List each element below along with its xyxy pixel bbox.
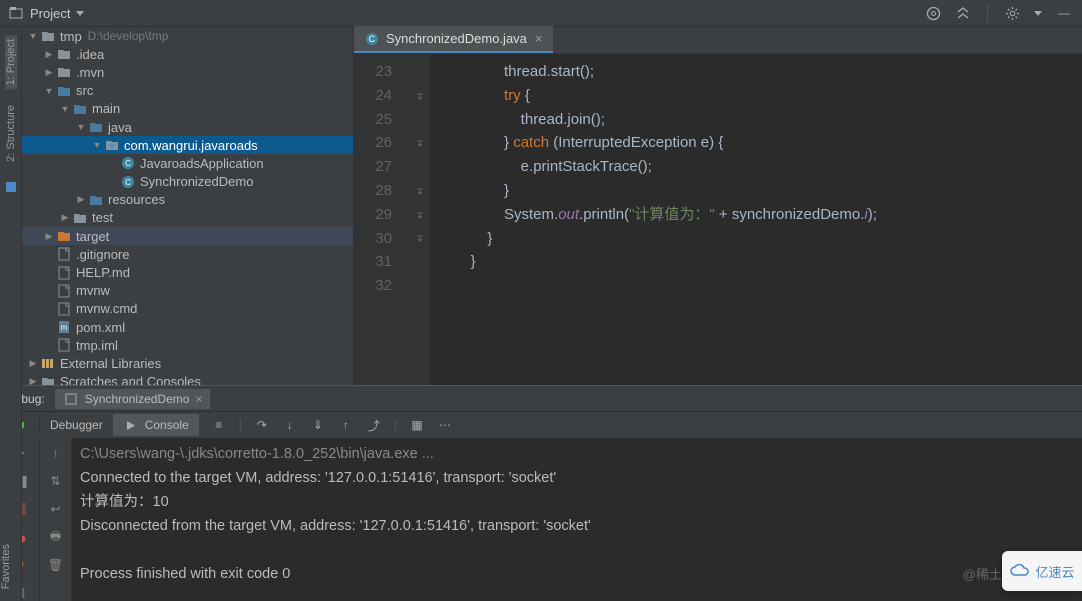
tree-item[interactable]: ▶ Scratches and Consoles <box>22 373 353 385</box>
java-file-icon: C <box>364 31 380 47</box>
threads-icon[interactable]: ≡ <box>211 417 227 433</box>
svg-text:m: m <box>61 323 68 332</box>
step-over-icon[interactable]: ↷ <box>254 417 270 433</box>
trash-icon[interactable]: 🗑 <box>47 556 65 574</box>
chevron-down-icon <box>76 11 84 16</box>
run-config-icon <box>63 391 79 407</box>
debug-step-icons: ≡ | ↷ ↓ ⇓ ↑ ⤴ | ▦ ⋯ <box>211 417 453 433</box>
tree-root[interactable]: ▼ tmpD:\develop\tmp <box>22 27 353 45</box>
cloud-icon <box>1009 562 1031 580</box>
close-icon[interactable]: × <box>535 31 543 46</box>
editor-tab[interactable]: C SynchronizedDemo.java × <box>354 26 553 53</box>
project-icon <box>8 5 24 21</box>
tree-item[interactable]: ▼ src <box>22 82 353 100</box>
tool-tab-project[interactable]: 1: Project <box>5 35 17 89</box>
tree-item[interactable]: m pom.xml <box>22 318 353 336</box>
debugger-tab[interactable]: Debugger <box>40 415 113 435</box>
tab-label: SynchronizedDemo.java <box>386 31 527 46</box>
step-into-icon[interactable]: ↓ <box>282 417 298 433</box>
tree-item[interactable]: C SynchronizedDemo <box>22 173 353 191</box>
logo-badge: 亿速云 <box>1002 551 1082 591</box>
project-view-dropdown[interactable]: Project <box>0 0 92 26</box>
tree-item[interactable]: ▼ java <box>22 118 353 136</box>
tree-item[interactable]: HELP.md <box>22 263 353 281</box>
tree-item[interactable]: ▶ .idea <box>22 45 353 63</box>
tool-tab-favorites[interactable]: Favorites <box>0 540 12 593</box>
debug-run-config[interactable]: SynchronizedDemo × <box>55 389 211 409</box>
code-area[interactable]: 23242526272829303132 thread.start(); try… <box>354 54 1082 385</box>
up-icon[interactable]: ↑ <box>47 444 65 462</box>
left-tool-rail: 1: Project 2: Structure <box>0 27 22 385</box>
tree-item[interactable]: ▼ main <box>22 100 353 118</box>
hide-icon[interactable]: — <box>1056 5 1072 21</box>
favorites-rail: Favorites <box>0 385 22 601</box>
console-output[interactable]: C:\Users\wang-\.jdks\corretto-1.8.0_252\… <box>72 438 1082 601</box>
tree-item[interactable]: ▼ com.wangrui.javaroads <box>22 136 353 154</box>
code-text[interactable]: thread.start(); try { thread.join(); } c… <box>430 54 1082 385</box>
gear-icon[interactable] <box>1004 5 1020 21</box>
line-gutter: 23242526272829303132 <box>354 54 410 385</box>
console-tab[interactable]: Console <box>113 414 199 436</box>
tool-tab-structure[interactable]: 2: Structure <box>5 101 17 166</box>
collapse-icon[interactable] <box>955 5 971 21</box>
rail-marker-icon <box>6 182 16 192</box>
tree-item[interactable]: .gitignore <box>22 245 353 263</box>
target-icon[interactable] <box>925 5 941 21</box>
gutter-icons <box>410 54 430 385</box>
step-out-icon[interactable]: ↑ <box>338 417 354 433</box>
close-icon[interactable]: × <box>195 392 202 406</box>
trace-icon[interactable]: ⋯ <box>437 417 453 433</box>
force-step-icon[interactable]: ⇓ <box>310 417 326 433</box>
tree-item[interactable]: ▶ target <box>22 227 353 245</box>
tree-item[interactable]: ▶ test <box>22 209 353 227</box>
tree-item[interactable]: ▶ resources <box>22 191 353 209</box>
console-play-icon <box>123 417 139 433</box>
debug-header: Debug: SynchronizedDemo × <box>0 385 1082 411</box>
evaluate-icon[interactable]: ▦ <box>409 417 425 433</box>
down-stack-icon[interactable]: ⇅ <box>47 472 65 490</box>
watermark: @稀土 <box>963 564 1002 583</box>
divider <box>987 4 988 22</box>
console-panel: ❚❚ ⊘ ▥ ↑ ⇅ ↩ 🖶 🗑 C:\Users\wang-\.jdks\co… <box>0 438 1082 601</box>
console-side-rail: ↑ ⇅ ↩ 🖶 🗑 <box>40 438 72 601</box>
svg-text:C: C <box>369 34 376 44</box>
project-tree[interactable]: ▼ tmpD:\develop\tmp ▶ .idea ▶ .mvn ▼ src… <box>22 27 354 385</box>
tree-item[interactable]: mvnw <box>22 282 353 300</box>
tree-item[interactable]: ▶ .mvn <box>22 63 353 81</box>
tree-item[interactable]: mvnw.cmd <box>22 300 353 318</box>
project-label: Project <box>30 6 70 21</box>
editor-tabs: C SynchronizedDemo.java × <box>354 27 1082 54</box>
soft-wrap-icon[interactable]: ↩ <box>47 500 65 518</box>
debug-toolbar: ⬢ Debugger Console ≡ | ↷ ↓ ⇓ ↑ ⤴ | ▦ ⋯ <box>0 411 1082 438</box>
chevron-down-icon <box>1034 11 1042 16</box>
drop-frame-icon[interactable]: ⤴ <box>366 417 382 433</box>
editor-pane: C SynchronizedDemo.java × 23242526272829… <box>354 27 1082 385</box>
tree-item[interactable]: C JavaroadsApplication <box>22 154 353 172</box>
print-icon[interactable]: 🖶 <box>47 528 65 546</box>
run-config-label: SynchronizedDemo <box>85 392 190 406</box>
tree-item[interactable]: tmp.iml <box>22 336 353 354</box>
svg-text:C: C <box>125 159 131 168</box>
project-toolbar: Project — <box>0 0 1082 27</box>
tree-item[interactable]: ▶ External Libraries <box>22 354 353 372</box>
svg-text:C: C <box>125 178 131 187</box>
